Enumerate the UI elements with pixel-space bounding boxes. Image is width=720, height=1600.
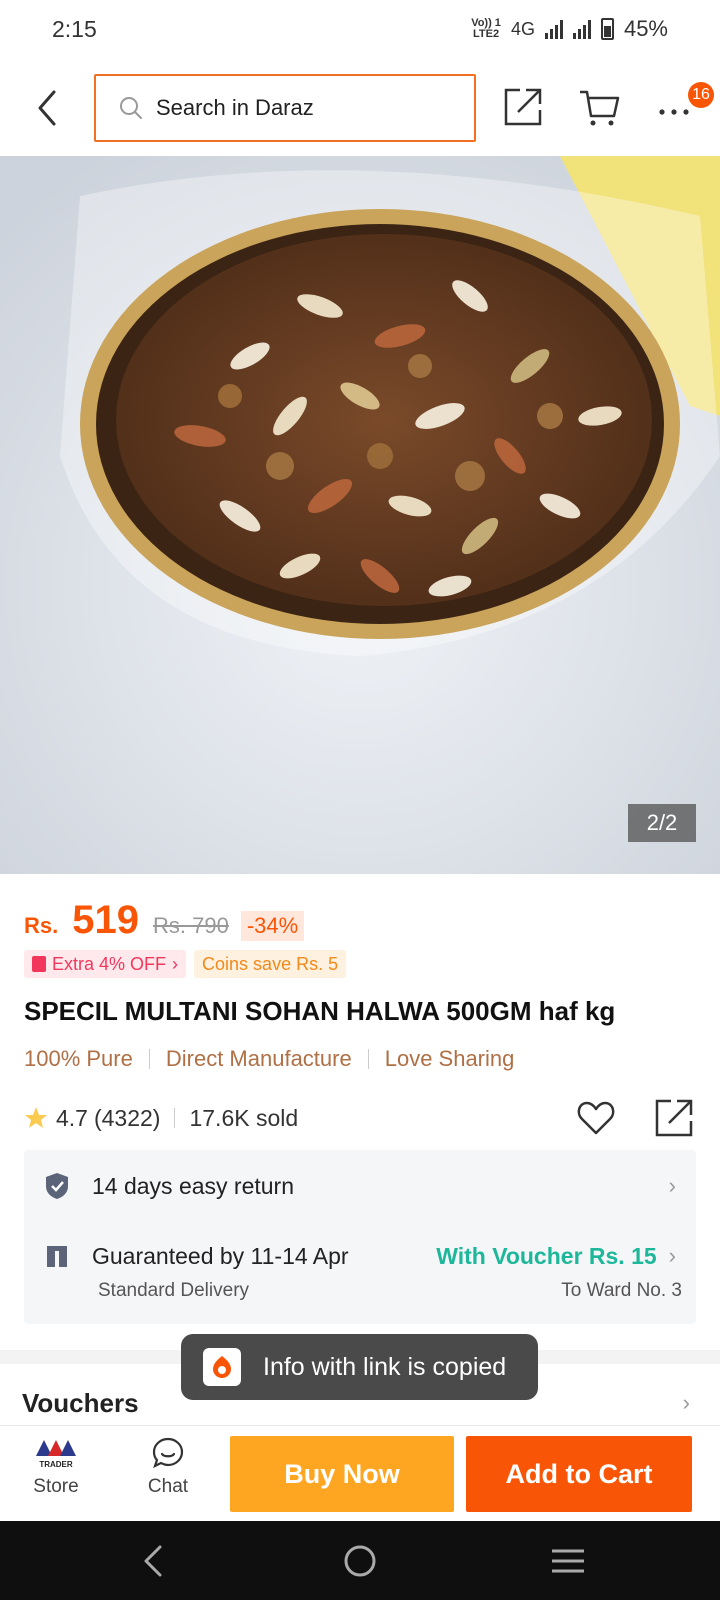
highlight-item: Love Sharing [384, 1046, 515, 1071]
system-nav-bar [0, 1521, 720, 1600]
chevron-right-icon: › [172, 953, 179, 974]
system-back-icon[interactable] [134, 1541, 174, 1581]
highlight-item: Direct Manufacture [165, 1046, 352, 1071]
store-label: Store [33, 1476, 79, 1497]
app-logo-icon [203, 1348, 241, 1386]
volte-indicator: Vo)) 1 LTE2 [471, 17, 501, 40]
price-row: Rs. 519 Rs. 790 -34% [24, 898, 305, 943]
chevron-right-icon: › [668, 1243, 676, 1268]
cart-count-badge: 16 [688, 82, 714, 108]
delivery-destination: To Ward No. 3 [561, 1280, 682, 1301]
buy-now-button[interactable]: Buy Now [230, 1436, 454, 1512]
product-photo [0, 156, 720, 874]
highlight-item: 100% Pure [24, 1046, 133, 1071]
wishlist-heart-icon[interactable] [576, 1098, 616, 1138]
star-icon [25, 1107, 47, 1128]
coupon-icon [32, 956, 46, 972]
vouchers-section-title[interactable]: Vouchers [22, 1388, 139, 1419]
current-price: 519 [72, 898, 139, 942]
original-price: Rs. 790 [153, 913, 229, 938]
copied-toast: Info with link is copied [181, 1334, 538, 1400]
return-policy-label: 14 days easy return [92, 1172, 295, 1199]
svg-text:TRADER: TRADER [39, 1460, 73, 1469]
discount-badge: -34% [240, 911, 305, 941]
delivery-row[interactable]: Guaranteed by 11-14 Apr With Voucher Rs.… [44, 1238, 676, 1274]
chat-bubble-icon [152, 1437, 184, 1469]
promo-row: Extra 4% OFF › Coins save Rs. 5 [24, 950, 347, 978]
return-policy-row[interactable]: 14 days easy return › [44, 1168, 676, 1204]
add-to-cart-button[interactable]: Add to Cart [466, 1436, 692, 1512]
divider [148, 1049, 150, 1069]
image-counter: 2/2 [628, 804, 696, 842]
extra-off-promo[interactable]: Extra 4% OFF › [24, 950, 187, 978]
share-icon [504, 88, 542, 126]
share-button[interactable] [502, 86, 544, 128]
system-recents-icon[interactable] [548, 1541, 588, 1581]
service-info-card: 14 days easy return › Guaranteed by 11-1… [24, 1150, 696, 1324]
delivery-type: Standard Delivery [98, 1280, 250, 1301]
status-bar: 2:15 Vo)) 1 LTE2 4G 45% [0, 0, 720, 62]
battery-level: 45% [623, 16, 668, 41]
product-title: SPECIL MULTANI SOHAN HALWA 500GM haf kg [24, 996, 616, 1026]
package-icon [47, 1246, 67, 1267]
battery-icon [600, 18, 614, 40]
back-button[interactable] [30, 86, 70, 130]
extra-off-label: Extra 4% OFF [52, 953, 167, 974]
currency-label: Rs. [24, 913, 59, 938]
chevron-right-icon: › [668, 1173, 676, 1198]
cart-button[interactable] [578, 86, 620, 128]
signal-icon [572, 19, 591, 39]
divider [367, 1049, 369, 1069]
search-input[interactable]: Search in Daraz [94, 74, 476, 142]
search-icon [120, 97, 142, 119]
signal-icon [544, 19, 563, 39]
chevron-right-icon[interactable]: › [683, 1390, 690, 1416]
delivery-voucher: With Voucher Rs. 15 [436, 1242, 657, 1269]
share-icon[interactable] [654, 1098, 694, 1138]
bottom-action-bar: TRADER Store Chat Buy Now Add to Cart [0, 1425, 720, 1521]
rating-count[interactable]: (4322) [94, 1105, 160, 1132]
chat-label: Chat [147, 1476, 189, 1497]
system-home-icon[interactable] [340, 1541, 380, 1581]
shield-check-icon [46, 1173, 68, 1199]
coins-promo: Coins save Rs. 5 [194, 950, 347, 978]
chat-button[interactable]: Chat [132, 1436, 204, 1512]
rating-row: 4.7 (4322) 17.6K sold [24, 1098, 696, 1138]
toast-message: Info with link is copied [263, 1352, 507, 1381]
status-indicators: Vo)) 1 LTE2 4G 45% [471, 16, 668, 42]
delivery-guarantee: Guaranteed by 11-14 Apr [92, 1242, 349, 1269]
network-type: 4G [510, 18, 535, 39]
status-time: 2:15 [52, 16, 97, 42]
store-logo-icon: TRADER [36, 1440, 76, 1469]
store-button[interactable]: TRADER Store [20, 1436, 92, 1512]
search-placeholder: Search in Daraz [156, 95, 314, 120]
divider [174, 1108, 176, 1128]
product-highlights: 100% Pure Direct Manufacture Love Sharin… [24, 1046, 514, 1072]
rating-value[interactable]: 4.7 [56, 1105, 88, 1132]
top-nav: Search in Daraz 16 [0, 62, 720, 156]
sold-count: 17.6K sold [189, 1104, 299, 1131]
product-image-gallery[interactable]: 2/2 [0, 156, 720, 874]
back-arrow-icon [38, 90, 56, 126]
cart-icon [580, 90, 620, 126]
